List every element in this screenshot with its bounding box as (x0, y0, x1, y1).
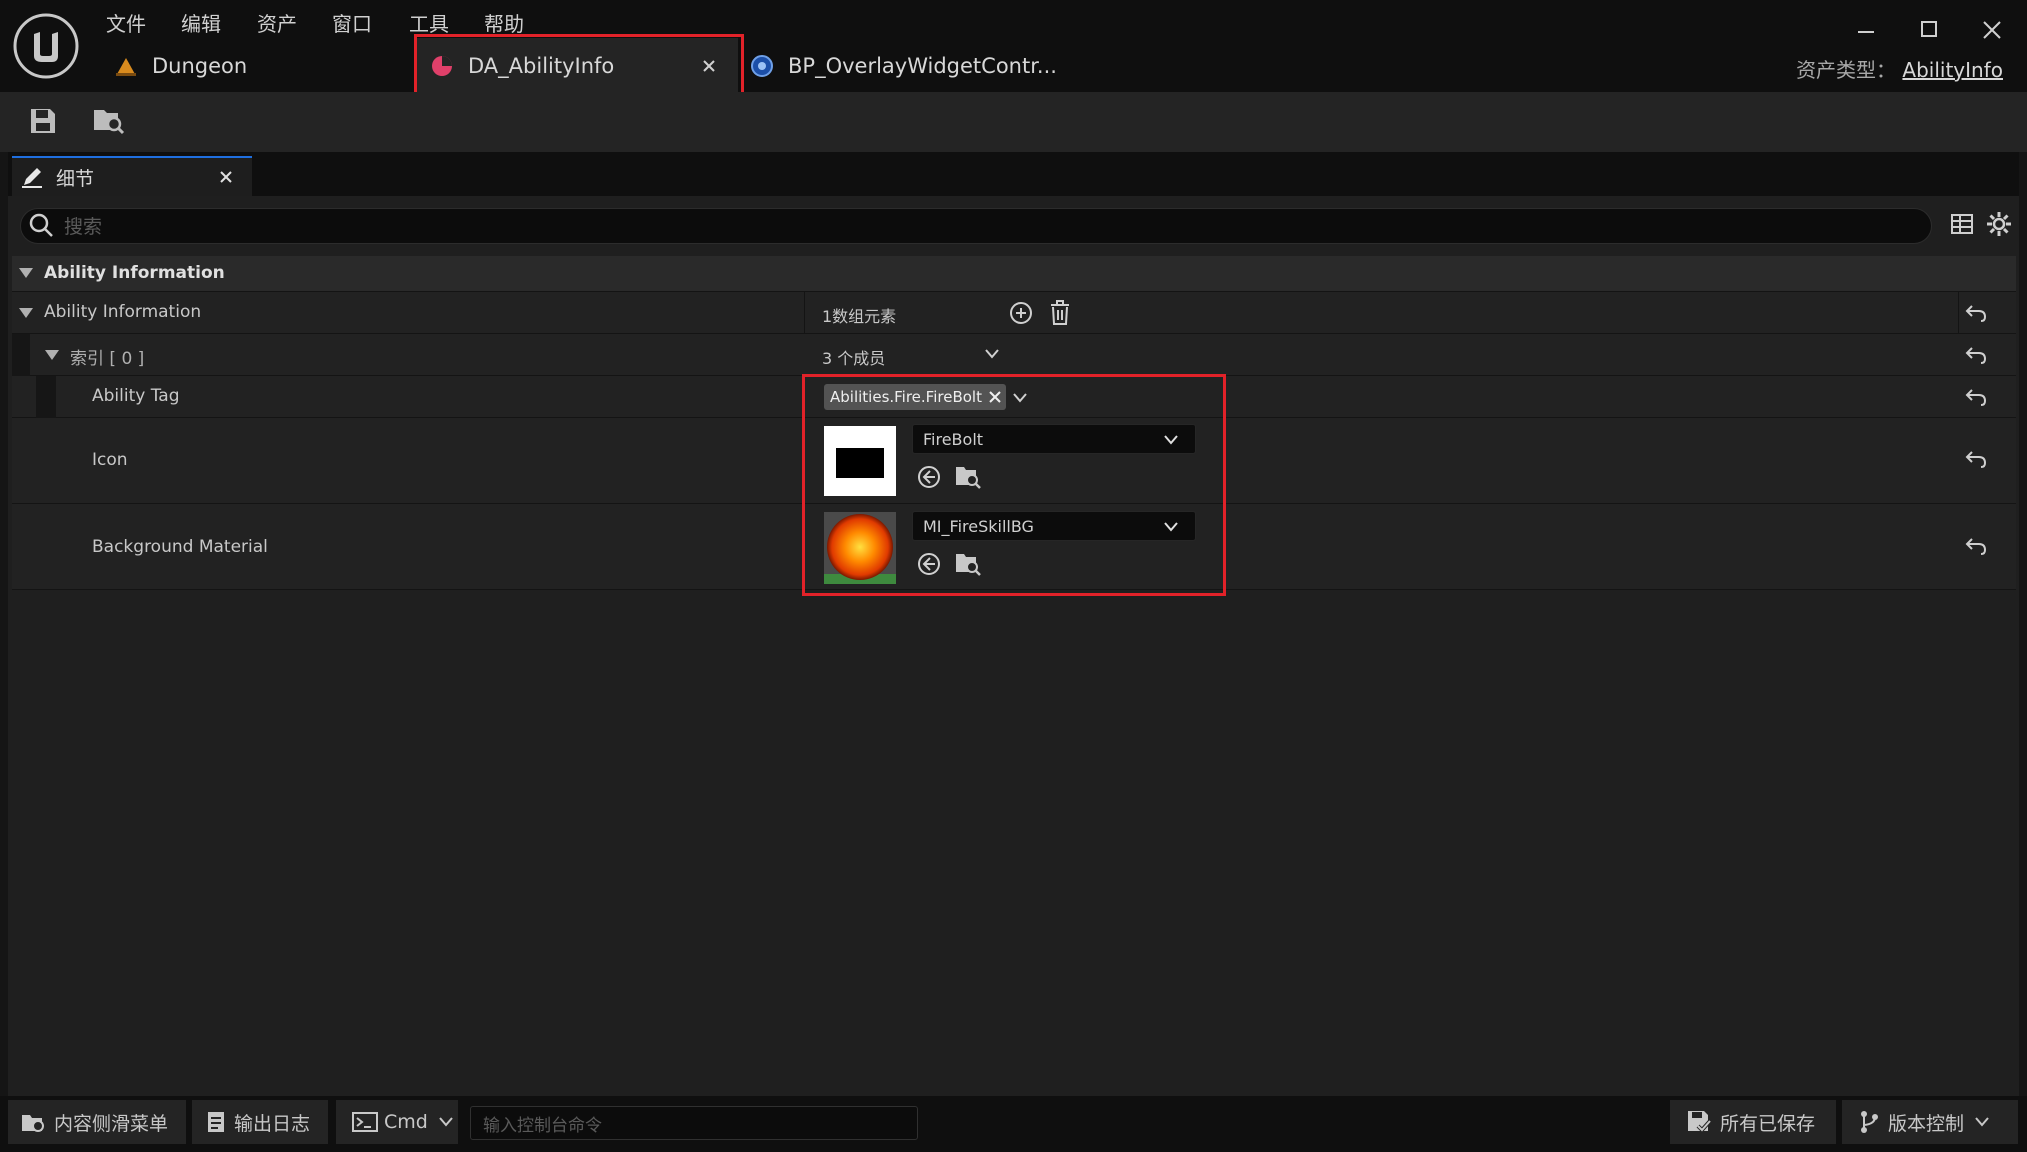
tab-label: Dungeon (152, 54, 248, 78)
save-all-status[interactable]: 所有已保存 (1670, 1100, 1836, 1144)
index-name: 索引 [ 0 ] (70, 349, 145, 369)
panel-tab-strip (8, 152, 2019, 196)
browse-folder-icon[interactable] (92, 104, 126, 136)
background-field-name: Background Material (92, 537, 268, 557)
chevron-down-icon (1974, 1116, 1990, 1128)
unreal-logo-icon[interactable] (12, 12, 80, 80)
save-icon[interactable] (28, 106, 58, 136)
search-icon (28, 212, 54, 238)
cmd-selector[interactable]: Cmd (336, 1100, 458, 1144)
reset-to-default-icon[interactable] (1964, 302, 1988, 324)
values-highlight-box (802, 374, 1226, 596)
blueprint-icon (750, 54, 774, 78)
search-input[interactable] (20, 208, 1932, 244)
add-element-icon[interactable] (1008, 300, 1034, 326)
member-count: 3 个成员 (822, 349, 886, 368)
content-drawer-button[interactable]: 内容侧滑菜单 (8, 1100, 186, 1144)
settings-gear-icon[interactable] (1986, 211, 2012, 237)
property-row-index (12, 334, 2016, 376)
pencil-icon (20, 165, 44, 189)
delete-all-icon[interactable] (1048, 300, 1072, 326)
tab-details[interactable]: 细节 (12, 156, 252, 196)
asset-type-label: 资产类型： (1796, 58, 1897, 82)
reset-to-default-icon[interactable] (1964, 344, 1988, 366)
expand-arrow-icon[interactable] (44, 348, 60, 362)
tab-bp-overlaywidgetcontroller[interactable]: BP_OverlayWidgetContr... (748, 38, 1068, 94)
menu-tools[interactable]: 工具 (409, 8, 449, 37)
tab-details-label: 细节 (56, 167, 95, 190)
array-count: 1数组元素 (822, 307, 897, 326)
save-all-label: 所有已保存 (1720, 1112, 1816, 1135)
console-placeholder: 输入控制台命令 (483, 1116, 602, 1136)
asset-toolbar (0, 92, 2027, 152)
icon-field-name: Icon (92, 450, 128, 470)
output-log-button[interactable]: 输出日志 (192, 1100, 328, 1144)
level-icon (114, 54, 138, 78)
maximize-button[interactable] (1909, 14, 1949, 46)
menu-asset[interactable]: 资产 (257, 8, 297, 37)
save-all-icon (1686, 1109, 1712, 1135)
chevron-down-icon[interactable] (984, 348, 1000, 360)
expand-arrow-icon[interactable] (18, 306, 34, 320)
expand-arrow-icon[interactable] (18, 266, 34, 280)
menu-file[interactable]: 文件 (106, 8, 146, 37)
category-header[interactable] (12, 256, 2016, 292)
terminal-icon (352, 1111, 378, 1133)
tab-dungeon[interactable]: Dungeon (108, 38, 398, 94)
menu-help[interactable]: 帮助 (484, 8, 524, 37)
source-control-label: 版本控制 (1888, 1112, 1965, 1135)
output-log-label: 输出日志 (234, 1112, 311, 1135)
minimize-button[interactable] (1846, 14, 1886, 46)
output-log-icon (206, 1110, 226, 1134)
reset-to-default-icon[interactable] (1964, 386, 1988, 408)
reset-to-default-icon[interactable] (1964, 448, 1988, 470)
source-control-icon (1858, 1109, 1880, 1135)
tab-label: BP_OverlayWidgetContr... (788, 54, 1057, 78)
close-panel-icon[interactable] (220, 171, 232, 183)
chevron-down-icon (438, 1116, 454, 1128)
category-title: Ability Information (44, 263, 225, 283)
content-drawer-label: 内容侧滑菜单 (54, 1112, 169, 1135)
array-name: Ability Information (44, 302, 202, 322)
search-placeholder: 搜索 (64, 216, 103, 238)
menu-window[interactable]: 窗口 (332, 8, 372, 37)
reset-to-default-icon[interactable] (1964, 535, 1988, 557)
content-drawer-icon (20, 1110, 46, 1134)
asset-type-link[interactable]: AbilityInfo (1902, 58, 2003, 82)
menu-edit[interactable]: 编辑 (181, 8, 221, 37)
ability-tag-name: Ability Tag (92, 386, 180, 406)
close-window-button[interactable] (1972, 14, 2012, 46)
source-control-button[interactable]: 版本控制 (1842, 1100, 2018, 1144)
table-view-icon[interactable] (1950, 212, 1974, 236)
cmd-label: Cmd (384, 1111, 428, 1133)
asset-type-indicator: 资产类型： AbilityInfo (1796, 54, 2003, 83)
